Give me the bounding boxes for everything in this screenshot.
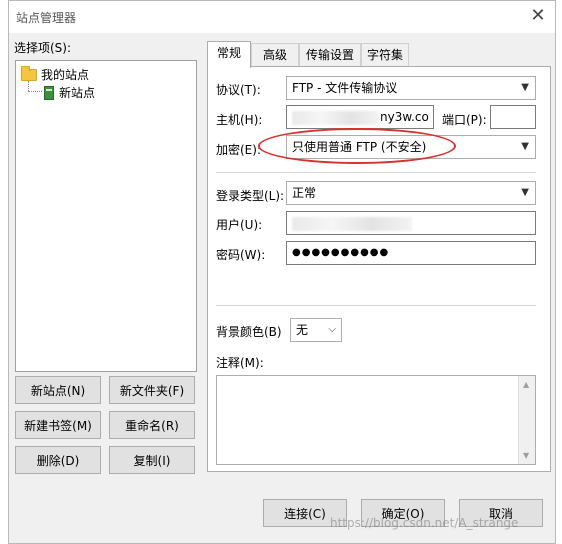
- user-label: 用户(U):: [216, 218, 263, 232]
- encryption-value: 只使用普通 FTP (不安全): [292, 140, 427, 154]
- tree-connector: [28, 91, 42, 92]
- logon-type-value: 正常: [292, 186, 317, 200]
- tree-item-my-sites[interactable]: 我的站点: [21, 65, 90, 83]
- bg-color-label: 背景颜色(B): [216, 325, 282, 339]
- logon-type-select[interactable]: 正常 ▼: [286, 181, 536, 205]
- tab-transfer-settings[interactable]: 传输设置: [299, 43, 361, 67]
- password-label: 密码(W):: [216, 248, 266, 262]
- divider: [216, 172, 536, 173]
- title-bar: 站点管理器 ✕: [9, 1, 555, 33]
- chevron-down-icon: ▼: [521, 82, 529, 93]
- redacted-text: [292, 110, 380, 125]
- copy-button[interactable]: 复制(I): [109, 446, 195, 474]
- host-input[interactable]: ny3w.co: [286, 105, 434, 129]
- chevron-down-icon: ▼: [521, 141, 529, 152]
- user-input[interactable]: [286, 211, 536, 235]
- encryption-select[interactable]: 只使用普通 FTP (不安全) ▼: [286, 135, 536, 159]
- delete-button[interactable]: 删除(D): [15, 446, 101, 474]
- bg-color-value: 无: [296, 323, 309, 337]
- scroll-down-icon[interactable]: ▼: [523, 451, 529, 460]
- new-site-button[interactable]: 新站点(N): [15, 376, 101, 404]
- scroll-up-icon[interactable]: ▲: [523, 380, 529, 389]
- tab-general[interactable]: 常规: [207, 41, 251, 68]
- encryption-label: 加密(E):: [216, 143, 261, 157]
- notes-label: 注释(M):: [216, 356, 264, 370]
- host-label: 主机(H):: [216, 113, 263, 127]
- port-label: 端口(P):: [442, 113, 487, 127]
- redacted-text: [292, 216, 412, 231]
- host-value: ny3w.co: [380, 110, 429, 124]
- folder-icon: [21, 65, 37, 81]
- protocol-select[interactable]: FTP - 文件传输协议 ▼: [286, 76, 536, 100]
- notes-scrollbar[interactable]: ▲ ▼: [518, 376, 535, 464]
- divider: [216, 305, 536, 306]
- general-panel: 协议(T): FTP - 文件传输协议 ▼ 主机(H): ny3w.co 端口(…: [207, 66, 551, 472]
- chevron-down-icon: ⌵: [328, 324, 336, 335]
- close-icon[interactable]: ✕: [525, 3, 551, 29]
- tree-item-new-site[interactable]: 新站点: [44, 84, 97, 101]
- tab-advanced[interactable]: 高级: [251, 43, 299, 67]
- port-input[interactable]: [490, 105, 536, 129]
- logon-type-label: 登录类型(L):: [216, 189, 285, 203]
- new-folder-button[interactable]: 新文件夹(F): [109, 376, 195, 404]
- tree-item-label: 新站点: [58, 84, 97, 101]
- server-icon: [44, 85, 54, 100]
- site-manager-dialog: 站点管理器 ✕ 选择项(S): 我的站点 新站点 新站点(N) 新文件夹(F) …: [8, 0, 556, 544]
- new-bookmark-button[interactable]: 新建书签(M): [15, 411, 101, 439]
- tree-connector: [28, 81, 29, 91]
- rename-button[interactable]: 重命名(R): [109, 411, 195, 439]
- watermark: https://blog.csdn.net/A_strange: [330, 516, 519, 530]
- password-input[interactable]: ●●●●●●●●●●: [286, 241, 536, 265]
- site-tree[interactable]: 我的站点 新站点: [15, 60, 197, 372]
- tab-charset[interactable]: 字符集: [361, 43, 409, 67]
- notes-textarea[interactable]: ▲ ▼: [216, 375, 536, 465]
- select-entry-label: 选择项(S):: [14, 41, 72, 55]
- bg-color-select[interactable]: 无 ⌵: [290, 318, 342, 342]
- password-value: ●●●●●●●●●●: [292, 247, 390, 258]
- protocol-label: 协议(T):: [216, 83, 261, 97]
- chevron-down-icon: ▼: [521, 187, 529, 198]
- tree-item-label: 我的站点: [41, 68, 90, 82]
- window-title: 站点管理器: [16, 11, 77, 25]
- protocol-value: FTP - 文件传输协议: [292, 81, 398, 95]
